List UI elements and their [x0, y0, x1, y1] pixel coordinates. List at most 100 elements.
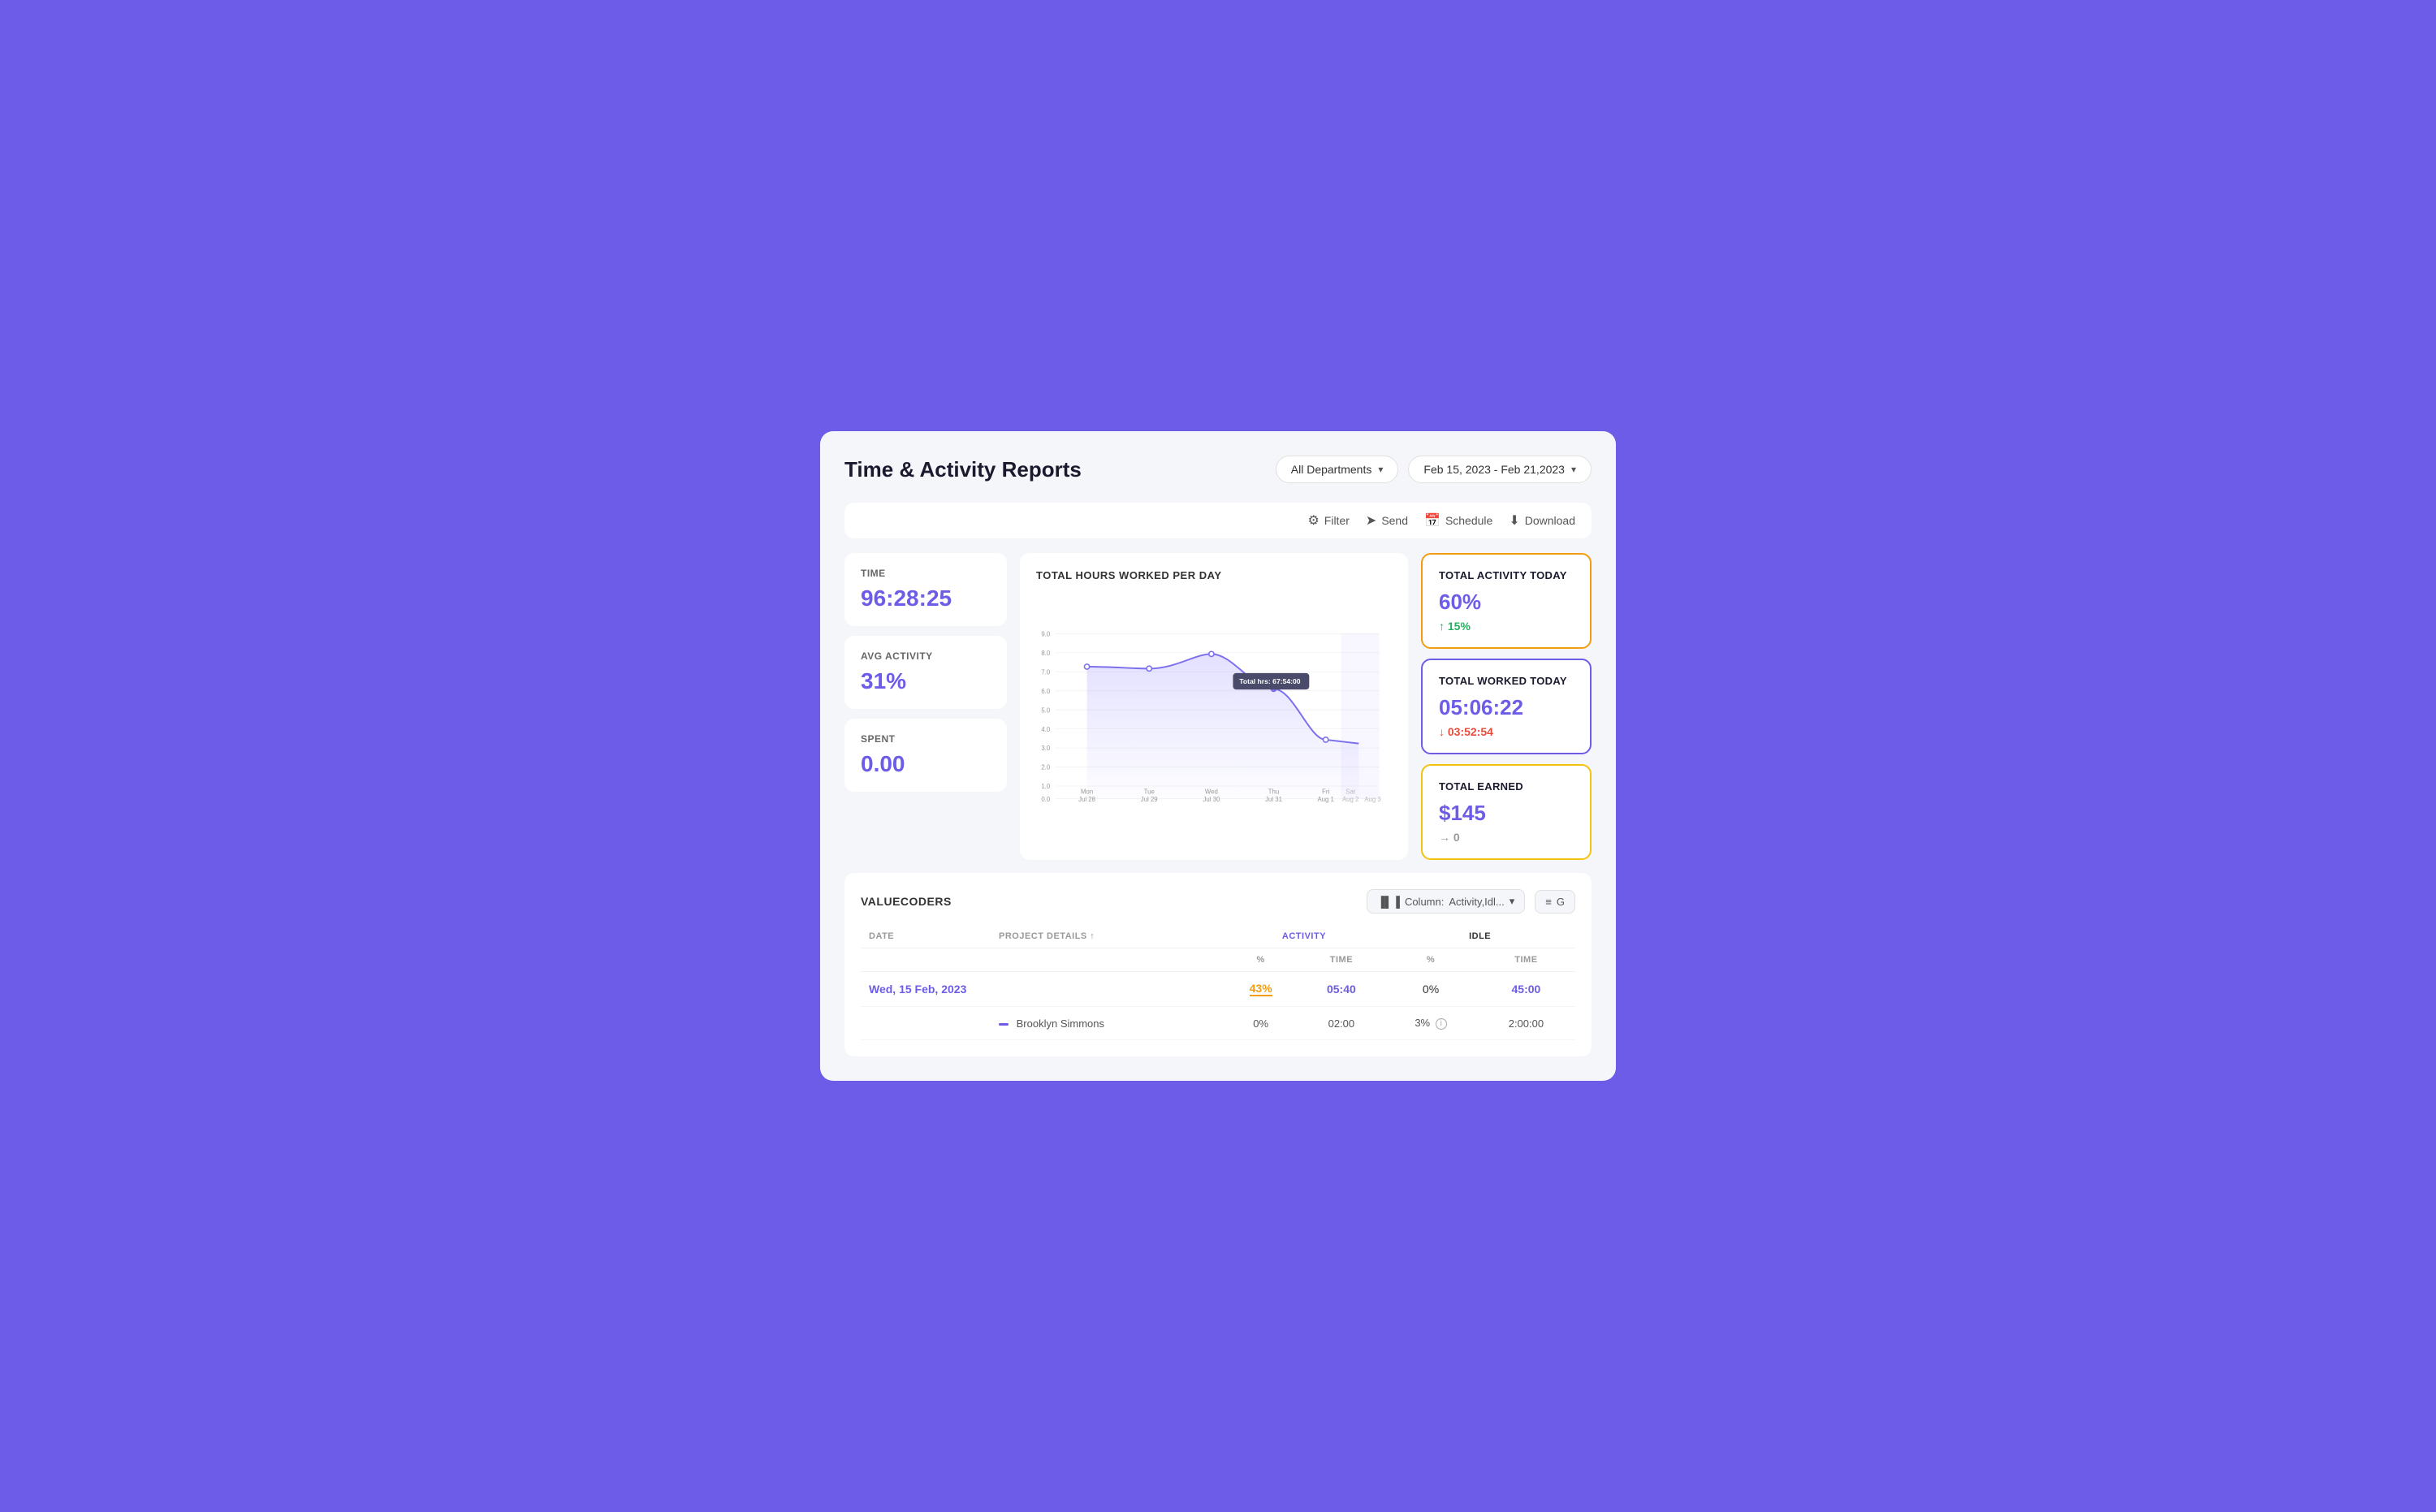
svg-text:5.0: 5.0 [1041, 707, 1051, 715]
row-activity-time: 05:40 [1298, 972, 1385, 1007]
total-activity-sub: ↑ 15% [1439, 620, 1574, 633]
avg-activity-card: AVG ACTIVITY 31% [844, 636, 1007, 709]
svg-text:Aug 1: Aug 1 [1317, 796, 1333, 803]
date-range-selector[interactable]: Feb 15, 2023 - Feb 21,2023 ▾ [1408, 456, 1592, 483]
total-earned-value: $145 [1439, 801, 1574, 826]
svg-text:4.0: 4.0 [1041, 726, 1051, 733]
employee-indicator [999, 1023, 1009, 1026]
table-header-row: VALUECODERS ▐▌▐ Column: Activity,Idl... … [861, 889, 1575, 914]
svg-text:Jul 29: Jul 29 [1141, 796, 1158, 803]
download-icon: ⬇ [1509, 512, 1519, 529]
toolbar: ⚙ Filter ➤ Send 📅 Schedule ⬇ Download [844, 503, 1592, 538]
column-selector[interactable]: ▐▌▐ Column: Activity,Idl... ▾ [1367, 889, 1525, 914]
chart-svg: 9.0 8.0 7.0 6.0 5.0 4.0 3.0 2.0 1.0 0.0 [1036, 594, 1392, 838]
total-worked-value: 05:06:22 [1439, 695, 1574, 720]
table-section: VALUECODERS ▐▌▐ Column: Activity,Idl... … [844, 873, 1592, 1056]
row-activity-pct-sub: 0% [1224, 1007, 1298, 1040]
info-icon: i [1436, 1018, 1447, 1030]
filter-icon: ⚙ [1307, 512, 1319, 529]
table-row: Brooklyn Simmons 0% 02:00 3% i 2:00:00 [861, 1007, 1575, 1040]
svg-text:7.0: 7.0 [1041, 669, 1051, 676]
th-idle-group: IDLE [1384, 925, 1575, 948]
spent-card: SPENT 0.00 [844, 719, 1007, 792]
row-activity-pct: 43% [1224, 972, 1298, 1007]
chart-section: TOTAL HOURS WORKED PER DAY 9.0 8.0 7.0 6… [1020, 553, 1408, 860]
group-button[interactable]: ≡ G [1535, 890, 1575, 914]
department-selector[interactable]: All Departments ▾ [1276, 456, 1399, 483]
row-idle-time: 45:00 [1477, 972, 1575, 1007]
total-earned-card: TOTAL EARNED $145 → 0 [1421, 764, 1592, 860]
content-area: TIME 96:28:25 AVG ACTIVITY 31% SPENT 0.0… [844, 553, 1592, 860]
arrow-down-icon: ↓ [1439, 725, 1448, 738]
svg-text:Jul 31: Jul 31 [1265, 796, 1282, 803]
side-cards: TOTAL ACTIVITY TODAY 60% ↑ 15% TOTAL WOR… [1421, 553, 1592, 860]
total-worked-card: TOTAL WORKED TODAY 05:06:22 ↓ 03:52:54 [1421, 659, 1592, 754]
page-title: Time & Activity Reports [844, 457, 1082, 482]
svg-text:Jul 30: Jul 30 [1203, 796, 1220, 803]
th-idle-time: TIME [1477, 948, 1575, 972]
chevron-down-icon: ▾ [1510, 895, 1515, 908]
svg-text:8.0: 8.0 [1041, 650, 1051, 657]
header: Time & Activity Reports All Departments … [844, 456, 1592, 483]
chevron-down-icon: ▾ [1571, 464, 1576, 475]
arrow-right-icon: → [1439, 831, 1453, 844]
th-activity-pct: % [1224, 948, 1298, 972]
row-idle-pct: 0% [1384, 972, 1477, 1007]
avg-activity-value: 31% [861, 668, 991, 694]
row-activity-time-sub: 02:00 [1298, 1007, 1385, 1040]
th-project: PROJECT DETAILS ↑ [991, 925, 1224, 948]
download-button[interactable]: ⬇ Download [1509, 512, 1575, 529]
row-date-sub [861, 1007, 991, 1040]
main-container: Time & Activity Reports All Departments … [820, 431, 1616, 1081]
column-icon: ▐▌▐ [1377, 896, 1400, 908]
svg-text:Tue: Tue [1144, 788, 1155, 796]
svg-text:Wed: Wed [1205, 788, 1218, 796]
total-activity-value: 60% [1439, 590, 1574, 615]
th-idle-pct: % [1384, 948, 1477, 972]
table-row: Wed, 15 Feb, 2023 43% 05:40 0% 45:00 [861, 972, 1575, 1007]
svg-text:1.0: 1.0 [1041, 783, 1051, 790]
svg-text:Mon: Mon [1081, 788, 1093, 796]
header-controls: All Departments ▾ Feb 15, 2023 - Feb 21,… [1276, 456, 1592, 483]
total-earned-sub: → 0 [1439, 831, 1574, 844]
total-worked-title: TOTAL WORKED TODAY [1439, 675, 1574, 687]
svg-text:Total hrs: 67:54:00: Total hrs: 67:54:00 [1239, 677, 1301, 685]
chart-title: TOTAL HOURS WORKED PER DAY [1036, 569, 1392, 581]
spent-label: SPENT [861, 733, 991, 745]
th-project-sub [991, 948, 1224, 972]
send-icon: ➤ [1366, 512, 1376, 529]
total-worked-sub: ↓ 03:52:54 [1439, 725, 1574, 738]
arrow-up-icon: ↑ [1439, 620, 1448, 633]
svg-text:Jul 28: Jul 28 [1078, 796, 1095, 803]
spent-value: 0.00 [861, 751, 991, 777]
row-idle-time-sub: 2:00:00 [1477, 1007, 1575, 1040]
svg-text:6.0: 6.0 [1041, 688, 1051, 695]
svg-text:3.0: 3.0 [1041, 745, 1051, 752]
filter-button[interactable]: ⚙ Filter [1307, 512, 1349, 529]
total-activity-card: TOTAL ACTIVITY TODAY 60% ↑ 15% [1421, 553, 1592, 649]
svg-text:Aug 3: Aug 3 [1364, 796, 1380, 803]
row-project [991, 972, 1224, 1007]
row-idle-pct-sub: 3% i [1384, 1007, 1477, 1040]
svg-text:Aug 2: Aug 2 [1342, 796, 1358, 803]
calendar-icon: 📅 [1424, 512, 1440, 529]
row-date: Wed, 15 Feb, 2023 [861, 972, 991, 1007]
send-button[interactable]: ➤ Send [1366, 512, 1408, 529]
svg-text:Fri: Fri [1322, 788, 1329, 796]
th-activity-time: TIME [1298, 948, 1385, 972]
svg-text:Sat: Sat [1345, 788, 1356, 796]
group-icon: ≡ [1545, 896, 1552, 908]
schedule-button[interactable]: 📅 Schedule [1424, 512, 1492, 529]
total-activity-title: TOTAL ACTIVITY TODAY [1439, 569, 1574, 581]
row-employee: Brooklyn Simmons [991, 1007, 1224, 1040]
svg-text:Thu: Thu [1268, 788, 1279, 796]
th-activity-group: ACTIVITY [1224, 925, 1385, 948]
chevron-down-icon: ▾ [1378, 464, 1383, 475]
org-name: VALUECODERS [861, 895, 952, 908]
total-earned-title: TOTAL EARNED [1439, 780, 1574, 793]
activity-table: DATE PROJECT DETAILS ↑ ACTIVITY IDLE % T… [861, 925, 1575, 1040]
svg-text:2.0: 2.0 [1041, 764, 1051, 771]
time-value: 96:28:25 [861, 585, 991, 611]
metrics-column: TIME 96:28:25 AVG ACTIVITY 31% SPENT 0.0… [844, 553, 1007, 860]
table-controls: ▐▌▐ Column: Activity,Idl... ▾ ≡ G [1367, 889, 1575, 914]
